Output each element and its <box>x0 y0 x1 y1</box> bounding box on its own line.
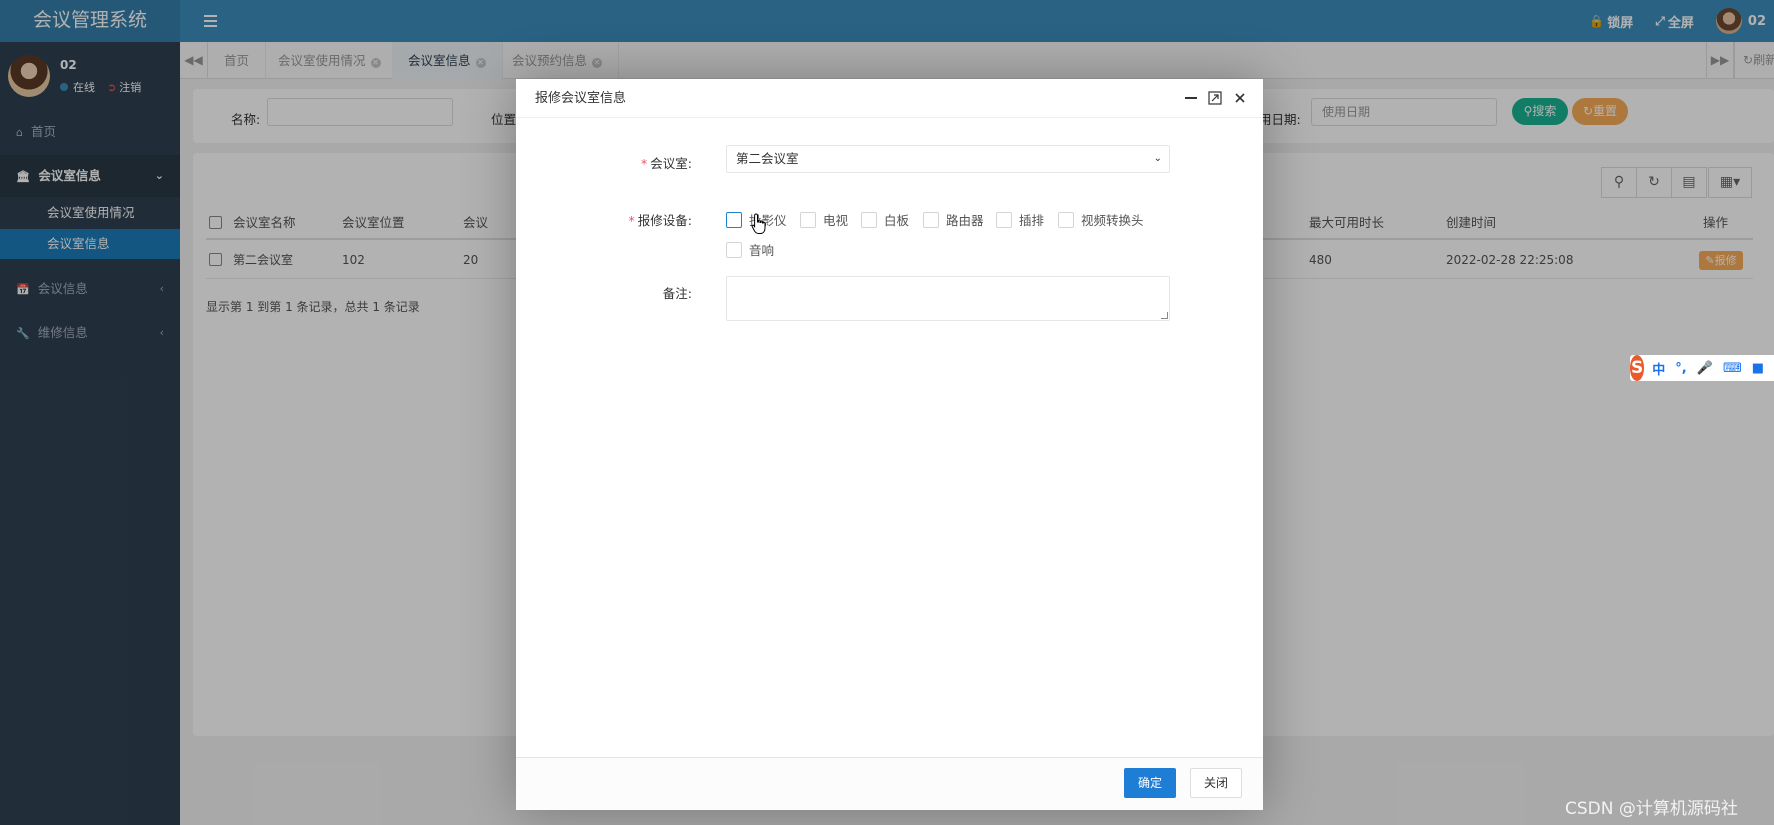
confirm-button[interactable]: 确定 <box>1124 768 1176 798</box>
hand-pointer-icon <box>751 213 767 235</box>
close-icon[interactable] <box>1232 90 1248 106</box>
checkbox-label: 视频转换头 <box>1081 213 1144 228</box>
microphone-icon[interactable]: 🎤 <box>1697 361 1713 376</box>
checkbox-label: 插排 <box>1019 213 1045 228</box>
checkbox-power-strip[interactable]: 插排 <box>996 210 1044 229</box>
checkbox-label: 路由器 <box>946 213 984 228</box>
room-select[interactable]: 第二会议室 ⌄ <box>726 145 1170 173</box>
checkbox-label: 音响 <box>749 243 775 258</box>
checkbox-label: 白板 <box>884 213 910 228</box>
checkbox-box[interactable] <box>861 211 877 228</box>
ime-mode[interactable]: 中 <box>1652 359 1665 378</box>
modal-header: 报修会议室信息 <box>516 79 1263 118</box>
checkbox-box[interactable] <box>1058 211 1074 228</box>
room-label: * 会议室: <box>641 156 692 171</box>
maximize-icon[interactable] <box>1207 90 1223 106</box>
minimize-icon[interactable] <box>1183 90 1199 106</box>
ime-punct[interactable]: °, <box>1675 361 1686 376</box>
checkbox-box[interactable] <box>800 211 816 228</box>
close-button[interactable]: 关闭 <box>1190 768 1242 798</box>
equipment-label: * 报修设备: <box>628 213 692 228</box>
checkbox-speaker[interactable]: 音响 <box>726 240 774 259</box>
remark-textarea[interactable] <box>726 276 1170 321</box>
checkbox-router[interactable]: 路由器 <box>923 210 984 229</box>
checkbox-box[interactable] <box>726 241 742 258</box>
resize-handle-icon[interactable] <box>1161 312 1168 319</box>
checkbox-box[interactable] <box>726 211 742 228</box>
chevron-down-icon: ⌄ <box>1153 153 1162 164</box>
modal-title: 报修会议室信息 <box>535 91 627 106</box>
checkbox-box[interactable] <box>923 211 939 228</box>
watermark: CSDN @计算机源码社 <box>1565 799 1738 819</box>
checkbox-whiteboard[interactable]: 白板 <box>861 210 909 229</box>
remark-label: 备注: <box>662 286 692 301</box>
keyboard-icon[interactable]: ⌨ <box>1723 361 1742 376</box>
room-select-value: 第二会议室 <box>736 151 799 166</box>
modal-footer: 确定 关闭 <box>516 757 1263 810</box>
repair-modal: 报修会议室信息 * 会议室: 第二会议室 ⌄ * 报修设备: 投影仪 电视 白板 路… <box>516 79 1263 810</box>
sogou-logo-icon: S <box>1630 355 1645 381</box>
skin-icon[interactable]: ■ <box>1752 361 1764 376</box>
checkbox-box[interactable] <box>996 211 1012 228</box>
checkbox-label: 电视 <box>823 213 849 228</box>
checkbox-tv[interactable]: 电视 <box>800 210 848 229</box>
checkbox-video-adapter[interactable]: 视频转换头 <box>1058 210 1144 229</box>
ime-toolbar[interactable]: S 中 °, 🎤 ⌨ ■ <box>1630 355 1774 381</box>
